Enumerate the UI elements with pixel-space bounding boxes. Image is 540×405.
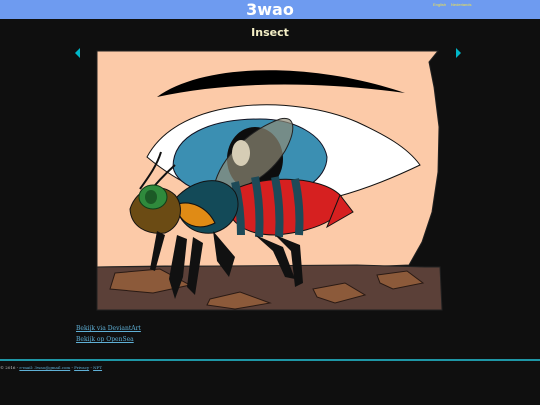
footer-separator-2: -	[90, 365, 92, 370]
next-arrow-icon[interactable]	[453, 47, 463, 59]
language-dutch-link[interactable]: Nederlands	[451, 2, 471, 7]
email-link[interactable]: e-mail: 3wao@gmail.com	[19, 365, 70, 370]
deviantart-link[interactable]: Bekijk via DeviantArt	[76, 325, 141, 332]
nft-link[interactable]: NFT	[93, 365, 102, 370]
previous-arrow-icon[interactable]	[73, 47, 83, 59]
language-english-link[interactable]: English	[433, 2, 446, 7]
footer-separator: -	[71, 365, 73, 370]
privacy-link[interactable]: Privacy	[74, 365, 89, 370]
page-title: Insect	[251, 26, 289, 39]
footer: © 2016 - e-mail: 3wao@gmail.com - Privac…	[0, 365, 102, 370]
footer-divider	[0, 359, 540, 361]
artwork-image	[96, 50, 443, 311]
opensea-link[interactable]: Bekijk op OpenSea	[76, 336, 134, 343]
copyright-text: © 2016 -	[0, 365, 19, 370]
